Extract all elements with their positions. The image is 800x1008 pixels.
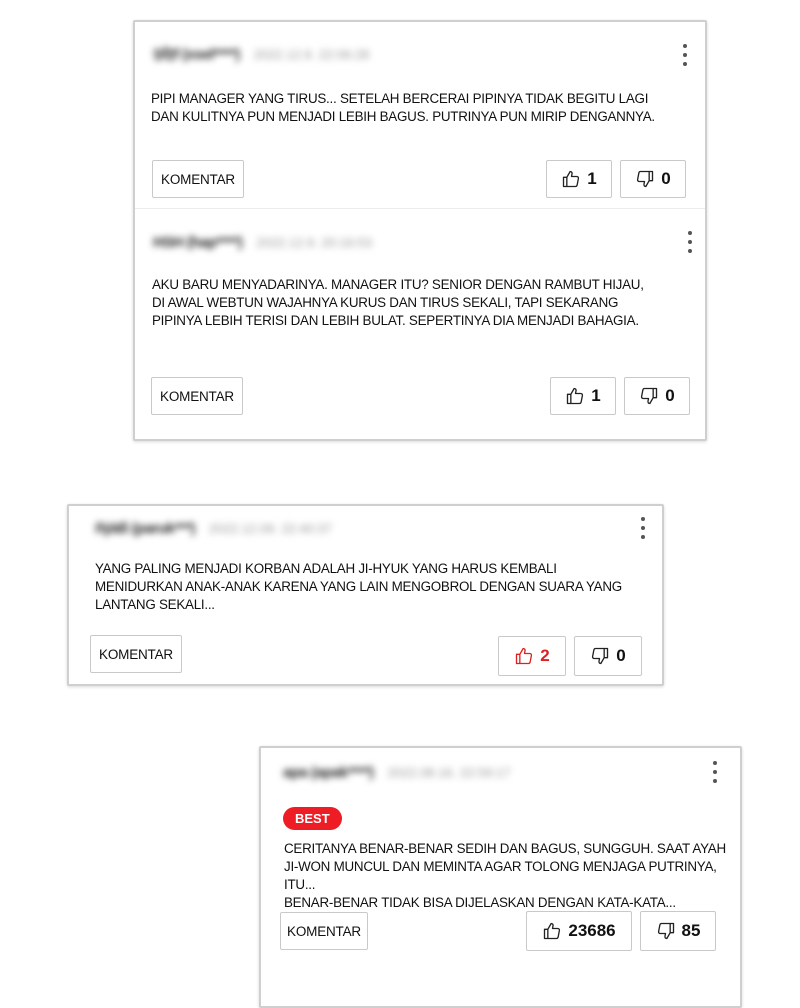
thumbs-down-icon — [592, 647, 609, 665]
thumbs-down-icon — [641, 387, 658, 405]
thumbs-up-icon — [563, 170, 580, 188]
comment-text: CERITANYA BENAR-BENAR SEDIH DAN BAGUS, S… — [284, 840, 734, 912]
reply-button-label: KOMENTAR — [287, 923, 361, 939]
comment-text-line: CERITANYA BENAR-BENAR SEDIH DAN BAGUS, S… — [284, 841, 726, 856]
dislike-button[interactable]: 0 — [620, 160, 686, 198]
comment-text: AKU BARU MENYADARINYA. MANAGER ITU? SENI… — [152, 276, 692, 330]
comment-author[interactable]: apa (apak****) — [283, 764, 374, 781]
thumbs-up-icon — [516, 647, 533, 665]
reply-button-label: KOMENTAR — [161, 171, 235, 187]
comment-text-line: JI-WON MUNCUL DAN MEMINTA AGAR TOLONG ME… — [284, 859, 717, 892]
reply-button[interactable]: KOMENTAR — [152, 160, 244, 198]
dislike-count: 0 — [616, 646, 626, 665]
comment-date: 2022.08.16. 22:59:17 — [387, 765, 511, 780]
comment-author[interactable]: Ṣḟẓ̈f (xsel****) — [153, 46, 240, 63]
comment-card-1: Ṣḟẓ̈f (xsel****) 2022.12.9. 22:06:28 PIP… — [133, 20, 707, 441]
reply-button[interactable]: KOMENTAR — [151, 377, 243, 415]
comment-card-3: apa (apak****) 2022.08.16. 22:59:17 BEST… — [259, 746, 742, 1008]
like-button[interactable]: 23686 — [526, 911, 632, 951]
comment-text: YANG PALING MENJADI KORBAN ADALAH JI-HYU… — [95, 560, 645, 614]
comment-date: 2022.12.9. 22:06:28 — [253, 47, 370, 62]
like-button[interactable]: 1 — [550, 377, 616, 415]
reply-button[interactable]: KOMENTAR — [280, 912, 368, 950]
like-button[interactable]: 2 — [498, 636, 566, 676]
comment-date: 2022.12.09. 22:40:37 — [209, 521, 332, 536]
comment-text-line: DAN KULITNYA PUN MENJADI LEBIH BAGUS. PU… — [151, 109, 655, 124]
like-count: 1 — [591, 386, 601, 405]
more-options-icon[interactable] — [712, 761, 718, 783]
like-count: 1 — [587, 169, 597, 188]
comment-header: apa (apak****) 2022.08.16. 22:59:17 — [283, 764, 510, 781]
reply-button-label: KOMENTAR — [160, 388, 234, 404]
thumbs-up-icon — [567, 387, 584, 405]
comment-text-line: DI AWAL WEBTUN WAJAHNYA KURUS DAN TIRUS … — [152, 295, 619, 310]
thumbs-down-icon — [657, 922, 674, 940]
dislike-count: 85 — [681, 921, 701, 940]
comment-card-2: ñÿäß (paruk***) 2022.12.09. 22:40:37 YAN… — [67, 504, 664, 686]
like-button[interactable]: 1 — [546, 160, 612, 198]
dislike-button[interactable]: 85 — [640, 911, 716, 951]
dislike-count: 0 — [661, 169, 671, 188]
comment-author[interactable]: HSH (hap****) — [153, 234, 243, 251]
reply-button[interactable]: KOMENTAR — [90, 635, 182, 673]
comment-text-line: BENAR-BENAR TIDAK BISA DIJELASKAN DENGAN… — [284, 895, 676, 910]
comment-date: 2022.12.9. 20:16:53 — [256, 235, 373, 250]
reply-button-label: KOMENTAR — [99, 646, 173, 662]
comment-text-line: LANTANG SEKALI... — [95, 597, 215, 612]
dislike-count: 0 — [665, 386, 675, 405]
thumbs-up-icon — [544, 922, 561, 940]
dislike-button[interactable]: 0 — [624, 377, 690, 415]
like-count: 2 — [540, 646, 550, 665]
thumbs-down-icon — [637, 170, 654, 188]
more-options-icon[interactable] — [682, 44, 688, 66]
comment-divider — [135, 208, 705, 209]
comment-header: ñÿäß (paruk***) 2022.12.09. 22:40:37 — [95, 520, 332, 537]
comment-text-line: PIPI MANAGER YANG TIRUS... SETELAH BERCE… — [151, 91, 649, 106]
dislike-button[interactable]: 0 — [574, 636, 642, 676]
comment-text-line: AKU BARU MENYADARINYA. MANAGER ITU? SENI… — [152, 277, 644, 292]
comment-text: PIPI MANAGER YANG TIRUS... SETELAH BERCE… — [151, 90, 691, 126]
more-options-icon[interactable] — [640, 517, 646, 539]
comment-text-line: PIPINYA LEBIH TERISI DAN LEBIH BULAT. SE… — [152, 313, 639, 328]
like-count: 23686 — [568, 921, 616, 940]
comment-header: Ṣḟẓ̈f (xsel****) 2022.12.9. 22:06:28 — [153, 46, 369, 63]
more-options-icon[interactable] — [687, 231, 693, 253]
comment-text-line: MENIDURKAN ANAK-ANAK KARENA YANG LAIN ME… — [95, 579, 622, 594]
comment-header: HSH (hap****) 2022.12.9. 20:16:53 — [153, 234, 372, 251]
comment-text-line: YANG PALING MENJADI KORBAN ADALAH JI-HYU… — [95, 561, 557, 576]
best-badge: BEST — [283, 807, 342, 830]
comment-author[interactable]: ñÿäß (paruk***) — [95, 520, 196, 537]
